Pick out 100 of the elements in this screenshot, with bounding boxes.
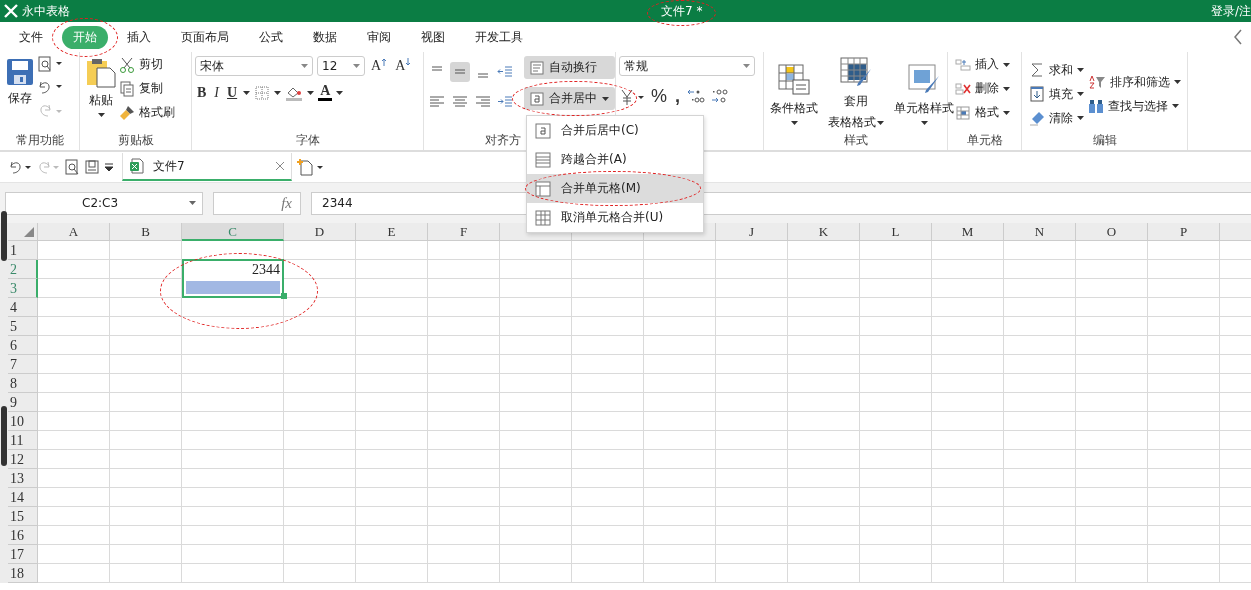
table-cell [1076, 260, 1148, 279]
column-header[interactable]: B [110, 223, 182, 241]
menu-item[interactable]: 跨越合并(A) [527, 145, 703, 174]
scroll-handle[interactable] [1, 406, 7, 466]
close-icon[interactable] [275, 161, 285, 171]
row-header[interactable]: 3 [8, 279, 38, 298]
clear-button[interactable]: 清除 [1029, 109, 1084, 127]
new-document-icon[interactable] [296, 158, 324, 176]
percent-button[interactable]: % [649, 86, 669, 107]
row-header[interactable]: 18 [8, 564, 38, 583]
login-link[interactable]: 登录/注 [1210, 2, 1251, 20]
cut-button[interactable]: 剪切 [119, 56, 175, 73]
column-header[interactable]: M [932, 223, 1004, 241]
column-header[interactable]: K [788, 223, 860, 241]
caret-icon[interactable] [274, 90, 282, 95]
font-size-dropdown[interactable]: 12 [317, 56, 365, 76]
merge-center-button[interactable]: 合并居中 [524, 87, 615, 110]
comma-button[interactable]: , [673, 86, 683, 107]
row-header[interactable]: 10 [8, 412, 38, 431]
chevron-left-icon[interactable] [1233, 29, 1243, 45]
copy-button[interactable]: 复制 [119, 80, 175, 97]
row-header[interactable]: 6 [8, 336, 38, 355]
insert-cells-button[interactable]: 插入 [955, 56, 1018, 73]
sort-filter-button[interactable]: 排序和筛选 [1088, 73, 1181, 91]
column-header[interactable]: F [428, 223, 500, 241]
font-color-button[interactable]: A [318, 84, 333, 101]
format-painter-button[interactable]: 格式刷 [119, 104, 175, 121]
row-header[interactable]: 15 [8, 507, 38, 526]
column-header[interactable]: A [38, 223, 110, 241]
save-icon[interactable] [84, 159, 100, 175]
column-header[interactable]: L [860, 223, 932, 241]
menu-tab[interactable]: 公式 [248, 25, 294, 49]
bold-button[interactable]: B [195, 84, 209, 101]
row-header[interactable]: 4 [8, 298, 38, 317]
shrink-font-button[interactable]: A [393, 58, 414, 74]
menu-tab[interactable]: 审阅 [356, 25, 402, 49]
menu-item[interactable]: 合并单元格(M) [527, 174, 703, 203]
menu-item[interactable]: 合并后居中(C) [527, 116, 703, 145]
menu-tab[interactable]: 视图 [410, 25, 456, 49]
caret-icon[interactable] [336, 90, 344, 95]
currency-icon[interactable] [619, 87, 645, 106]
menu-tab[interactable]: 开发工具 [464, 25, 534, 49]
sum-button[interactable]: 求和 [1029, 61, 1084, 79]
wrap-text-icon [530, 60, 544, 75]
row-header[interactable]: 16 [8, 526, 38, 545]
table-format-button[interactable]: 套用 表格格式 [825, 55, 887, 133]
decrease-decimal-icon[interactable] [710, 87, 731, 106]
grow-font-button[interactable]: A [369, 58, 390, 74]
table-cell [1148, 545, 1220, 564]
column-header[interactable]: O [1076, 223, 1148, 241]
menu-tab[interactable]: 文件 [8, 25, 54, 49]
caret-icon[interactable] [307, 90, 315, 95]
table-cell [500, 545, 572, 564]
row-header[interactable]: 2 [8, 260, 38, 279]
undo-icon[interactable] [8, 159, 32, 175]
customize-caret-icon[interactable] [104, 162, 114, 172]
vertical-align-icon[interactable] [450, 62, 470, 82]
row-header[interactable]: 7 [8, 355, 38, 374]
column-header[interactable]: N [1004, 223, 1076, 241]
format-cells-button[interactable]: 格式 [955, 104, 1018, 121]
number-format-dropdown[interactable]: 常规 [619, 56, 755, 76]
italic-button[interactable]: I [212, 84, 221, 101]
menu-tab[interactable]: 页面布局 [170, 25, 240, 49]
name-box[interactable]: C2:C3 [5, 191, 203, 215]
scroll-handle[interactable] [1, 211, 7, 261]
paste-button[interactable]: 粘贴 [83, 56, 119, 119]
column-header[interactable]: D [284, 223, 356, 241]
row-header[interactable]: 9 [8, 393, 38, 412]
underline-button[interactable]: U [225, 84, 240, 101]
select-all-corner[interactable] [8, 223, 38, 241]
column-header[interactable]: P [1148, 223, 1220, 241]
row-header[interactable]: 12 [8, 450, 38, 469]
save-button[interactable]: 保存 [3, 56, 37, 109]
column-header[interactable]: J [716, 223, 788, 241]
print-preview-icon[interactable] [64, 159, 80, 175]
menu-tab[interactable]: 插入 [116, 25, 162, 49]
print-preview-icon[interactable] [37, 56, 63, 72]
insert-function-button[interactable]: fx [213, 191, 301, 215]
fill-handle[interactable] [281, 293, 287, 299]
delete-cells-button[interactable]: 删除 [955, 80, 1018, 97]
menu-tab[interactable]: 数据 [302, 25, 348, 49]
conditional-format-button[interactable]: 条件格式 [767, 61, 821, 127]
row-header[interactable]: 13 [8, 469, 38, 488]
row-header[interactable]: 14 [8, 488, 38, 507]
row-header[interactable]: 11 [8, 431, 38, 450]
row-header[interactable]: 5 [8, 317, 38, 336]
caret-icon[interactable] [243, 90, 251, 95]
undo-icon[interactable] [37, 79, 63, 95]
row-header[interactable]: 8 [8, 374, 38, 393]
row-header[interactable]: 1 [8, 241, 38, 260]
fill-button[interactable]: 填充 [1029, 85, 1084, 103]
cell-style-button[interactable]: 单元格样式 [891, 61, 957, 127]
font-family-dropdown[interactable]: 宋体 [195, 56, 313, 76]
find-select-button[interactable]: 查找与选择 [1088, 97, 1181, 115]
wrap-text-button[interactable]: 自动换行 [524, 56, 615, 79]
row-header[interactable]: 17 [8, 545, 38, 564]
column-header[interactable]: E [356, 223, 428, 241]
increase-decimal-icon[interactable] [686, 87, 707, 106]
table-cell [38, 260, 110, 279]
table-cell [284, 317, 356, 336]
